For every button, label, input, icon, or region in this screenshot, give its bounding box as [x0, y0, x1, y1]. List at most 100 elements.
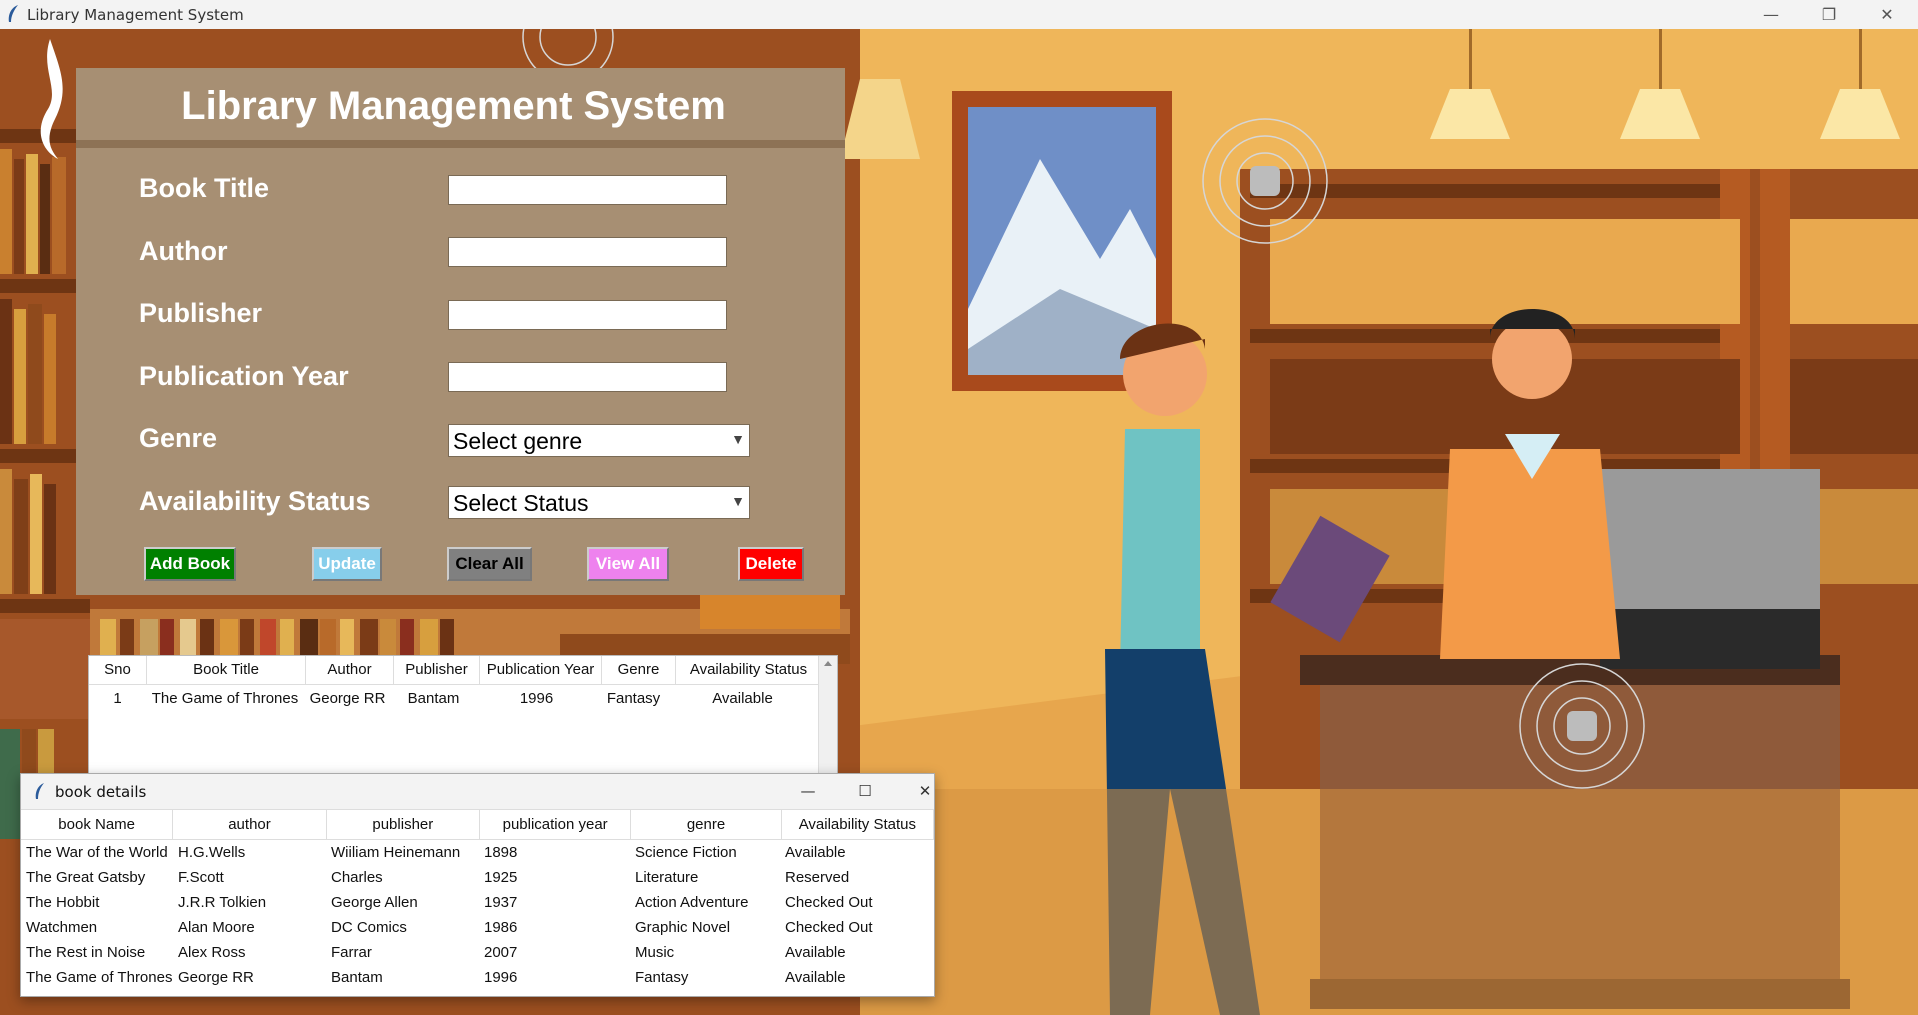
- table-cell: Checked Out: [785, 894, 873, 911]
- records-table[interactable]: Sno Book Title Author Publisher Publicat…: [88, 655, 838, 775]
- publisher-input[interactable]: [448, 300, 727, 330]
- table-cell: Available: [785, 969, 846, 986]
- table-cell: George RR: [309, 690, 386, 707]
- table-cell: Music: [635, 944, 675, 961]
- feather-icon: [35, 783, 44, 799]
- table-cell: Fantasy: [606, 690, 661, 707]
- scroll-up-arrow-icon[interactable]: [819, 656, 837, 670]
- window-title: Library Management System: [27, 6, 244, 24]
- table-cell: 1996: [519, 690, 554, 707]
- table-row[interactable]: 1 The Game of Thrones George RR Bantam 1…: [89, 685, 837, 712]
- table-cell: Checked Out: [785, 919, 873, 936]
- table-row[interactable]: The Great Gatsby F.Scott Charles 1925 Li…: [21, 865, 934, 890]
- maximize-button[interactable]: ❐: [1800, 0, 1858, 29]
- publication-year-input[interactable]: [448, 362, 727, 392]
- table-cell: F.Scott: [178, 869, 224, 886]
- app-header: Library Management System: [76, 68, 845, 148]
- table-cell: The Hobbit: [26, 894, 100, 911]
- close-button[interactable]: ✕: [1858, 0, 1916, 29]
- column-header[interactable]: publication year: [480, 810, 632, 839]
- table-cell: Bantam: [407, 690, 460, 707]
- book-title-label: Book Title: [139, 173, 270, 203]
- table-cell: DC Comics: [331, 919, 407, 936]
- minimize-button[interactable]: —: [1742, 0, 1800, 29]
- add-book-button[interactable]: Add Book: [144, 547, 236, 581]
- table-cell: Alan Moore: [178, 919, 255, 936]
- table-cell: Charles: [331, 869, 383, 886]
- table-cell: Alex Ross: [178, 944, 246, 961]
- table-cell: J.R.R Tolkien: [178, 894, 267, 911]
- table-cell: H.G.Wells: [178, 844, 246, 861]
- table-cell: 1986: [484, 919, 518, 936]
- details-window-title: book details: [55, 783, 147, 801]
- author-input[interactable]: [448, 237, 727, 267]
- records-table-header: Sno Book Title Author Publisher Publicat…: [89, 656, 837, 685]
- table-cell: 1: [113, 690, 122, 707]
- table-cell: Available: [785, 844, 846, 861]
- table-cell: Action Adventure: [635, 894, 749, 911]
- column-header[interactable]: Book Title: [147, 656, 306, 684]
- update-button[interactable]: Update: [312, 547, 382, 581]
- column-header[interactable]: Availability Status: [676, 656, 822, 684]
- table-cell: 1898: [484, 844, 518, 861]
- column-header[interactable]: publisher: [327, 810, 480, 839]
- table-cell: The Rest in Noise: [26, 944, 146, 961]
- table-cell: Bantam: [331, 969, 383, 986]
- availability-status-label: Availability Status: [139, 486, 371, 516]
- table-cell: The Great Gatsby: [26, 869, 146, 886]
- delete-button[interactable]: Delete: [738, 547, 804, 581]
- column-header[interactable]: Sno: [89, 656, 147, 684]
- column-header[interactable]: Publication Year: [480, 656, 602, 684]
- page-title: Library Management System: [181, 84, 726, 128]
- table-cell: Wiiliam Heinemann: [331, 844, 461, 861]
- table-row[interactable]: The Hobbit J.R.R Tolkien George Allen 19…: [21, 890, 934, 915]
- table-row[interactable]: Watchmen Alan Moore DC Comics 1986 Graph…: [21, 915, 934, 940]
- table-cell: George Allen: [331, 894, 418, 911]
- table-row[interactable]: The Rest in Noise Alex Ross Farrar 2007 …: [21, 940, 934, 965]
- table-cell: 2007: [484, 944, 518, 961]
- details-minimize-button[interactable]: —: [785, 778, 831, 804]
- table-cell: Available: [785, 944, 846, 961]
- book-details-window: book details — ☐ ✕ book Name author publ…: [20, 773, 935, 997]
- chevron-down-icon: ▼: [731, 431, 745, 447]
- feather-icon: [8, 5, 18, 22]
- column-header[interactable]: book Name: [21, 810, 174, 839]
- genre-select[interactable]: Select genre ▼: [448, 424, 750, 457]
- column-header[interactable]: Genre: [602, 656, 676, 684]
- vertical-scrollbar[interactable]: [818, 656, 837, 774]
- author-label: Author: [139, 236, 228, 266]
- table-cell: The Game of Thrones: [151, 690, 299, 707]
- column-header[interactable]: Publisher: [394, 656, 480, 684]
- table-cell: The Game of Thrones: [26, 969, 173, 986]
- genre-select-value: Select genre: [453, 428, 583, 454]
- table-row[interactable]: The Game of Thrones George RR Bantam 199…: [21, 965, 934, 990]
- table-cell: Reserved: [785, 869, 850, 886]
- table-cell: Watchmen: [26, 919, 98, 936]
- clear-all-button[interactable]: Clear All: [447, 547, 532, 581]
- table-cell: Literature: [635, 869, 699, 886]
- table-cell: Farrar: [331, 944, 372, 961]
- window-titlebar: Library Management System — ❐ ✕: [0, 0, 1918, 30]
- table-cell: Graphic Novel: [635, 919, 731, 936]
- book-title-input[interactable]: [448, 175, 727, 205]
- genre-label: Genre: [139, 423, 218, 453]
- publisher-label: Publisher: [139, 298, 263, 328]
- details-table-header: book Name author publisher publication y…: [21, 810, 934, 840]
- table-row[interactable]: The War of the World H.G.Wells Wiiliam H…: [21, 840, 934, 865]
- table-cell: Fantasy: [635, 969, 689, 986]
- chevron-down-icon: ▼: [731, 493, 745, 509]
- table-cell: Science Fiction: [635, 844, 737, 861]
- column-header[interactable]: genre: [631, 810, 782, 839]
- table-cell: 1996: [484, 969, 518, 986]
- details-maximize-button[interactable]: ☐: [842, 778, 888, 804]
- view-all-button[interactable]: View All: [587, 547, 669, 581]
- column-header[interactable]: Author: [306, 656, 394, 684]
- table-cell: 1925: [484, 869, 518, 886]
- table-cell: George RR: [178, 969, 254, 986]
- details-close-button[interactable]: ✕: [902, 778, 948, 804]
- availability-status-select[interactable]: Select Status ▼: [448, 486, 750, 519]
- column-header[interactable]: Availability Status: [782, 810, 934, 839]
- status-select-value: Select Status: [453, 490, 589, 516]
- column-header[interactable]: author: [173, 810, 327, 839]
- publication-year-label: Publication Year: [139, 361, 349, 391]
